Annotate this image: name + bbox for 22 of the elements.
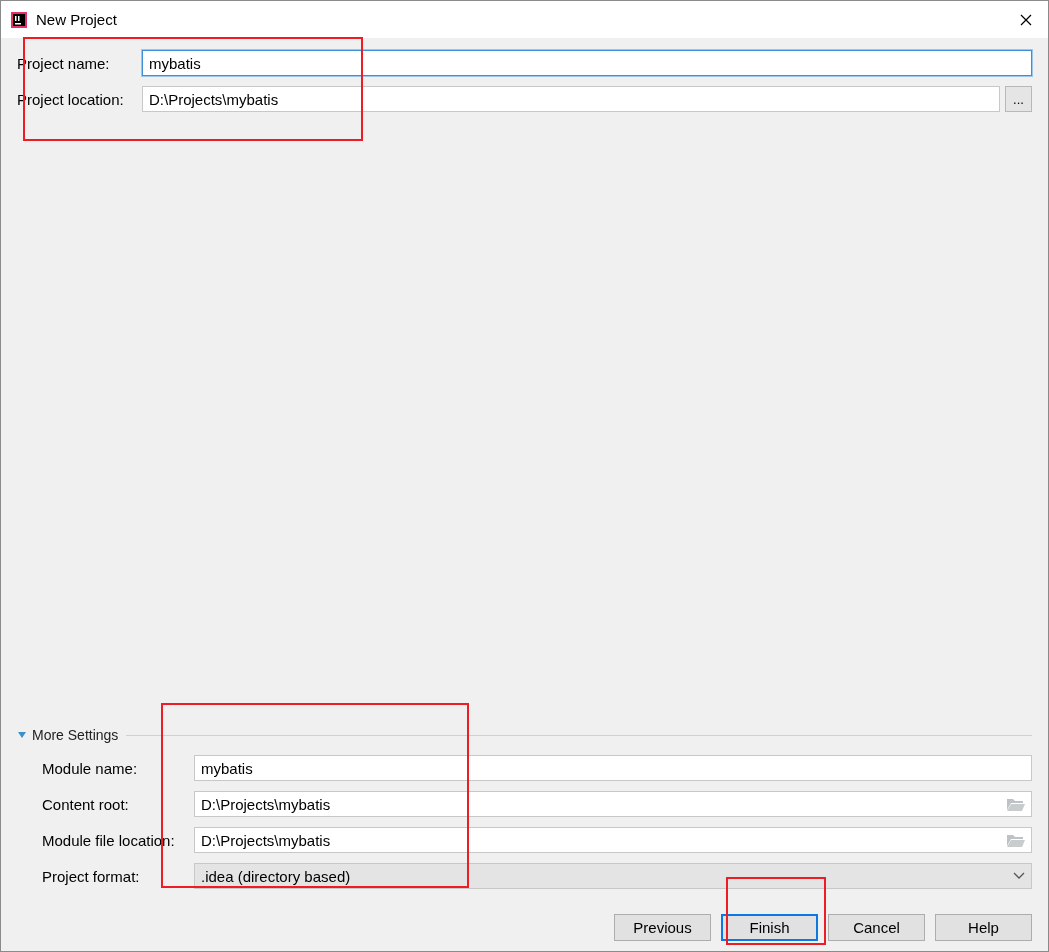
close-icon[interactable]: [1020, 13, 1032, 26]
format-dropdown[interactable]: .idea (directory based): [194, 863, 1032, 889]
folder-icon[interactable]: [1007, 833, 1025, 847]
app-logo-icon: [11, 11, 27, 28]
window-title: New Project: [36, 11, 118, 28]
dialog-button[interactable]: Previous: [614, 914, 711, 941]
folder-icon[interactable]: [1007, 797, 1025, 811]
field-label: Project format:: [42, 867, 141, 885]
dialog-button[interactable]: Cancel: [828, 914, 925, 941]
field-label: Content root:: [42, 795, 130, 813]
browse-button[interactable]: ...: [1005, 86, 1032, 112]
expand-triangle-icon[interactable]: [17, 730, 27, 740]
dialog-button[interactable]: Help: [935, 914, 1032, 941]
input-field[interactable]: mybatis: [194, 755, 1032, 781]
chevron-down-icon: [1013, 872, 1025, 880]
input-field[interactable]: D:\Projects\mybatis: [142, 86, 1000, 112]
input-field[interactable]: D:\Projects\mybatis: [194, 827, 1032, 853]
input-field[interactable]: D:\Projects\mybatis: [194, 791, 1032, 817]
input-field[interactable]: mybatis: [142, 50, 1032, 76]
field-label: Module name:: [42, 759, 139, 777]
dialog-button[interactable]: Finish: [721, 914, 818, 941]
more-settings-toggle[interactable]: More Settings: [32, 727, 119, 743]
